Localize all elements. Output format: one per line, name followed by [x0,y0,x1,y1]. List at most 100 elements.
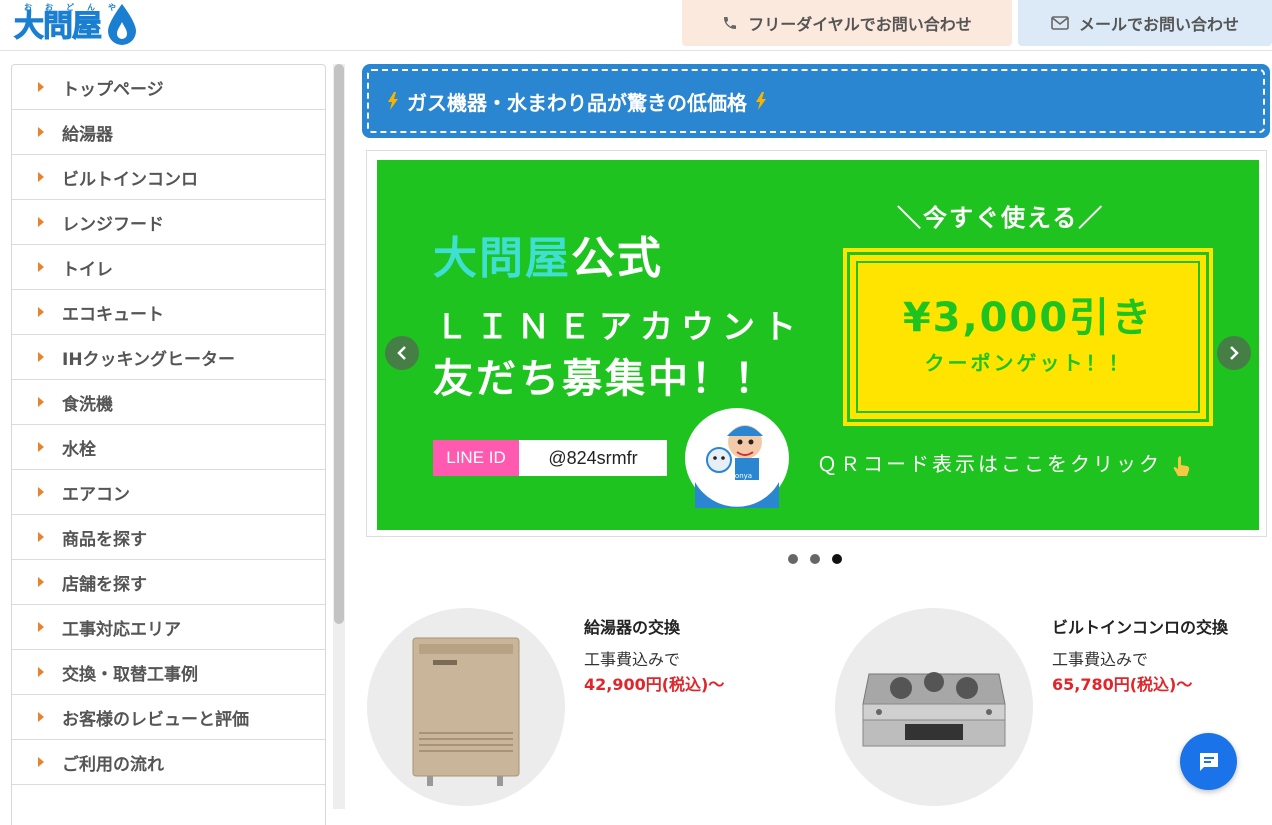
sidebar-item-label: ビルトインコンロ [62,169,198,190]
carousel-dot[interactable] [788,554,798,564]
product-subtitle: 工事費込みで [584,650,681,669]
sidebar-item[interactable]: 商品を探す [12,515,325,560]
promo-banner-title: ガス機器・水まわり品が驚きの低価格 [407,90,747,115]
carousel-dot[interactable] [832,554,842,564]
product-image-circle [367,608,565,806]
sidebar-nav: トップページ 給湯器ビルトインコンロ レンジフード トイレエコキュート IHクッキングヒ… [11,64,326,825]
product-card-builtin-stove[interactable]: ビルトインコンロの交換 工事費込みで 65,780円(税込)〜 [835,608,1228,806]
caret-right-icon [38,262,44,272]
sidebar-item-label: エコキュート [62,304,164,325]
product-card-water-heater[interactable]: 給湯器の交換 工事費込みで 42,900円(税込)〜 [367,608,724,806]
coupon-discount: ¥3,000引き [902,295,1154,341]
lightning-icon [388,92,398,110]
sidebar-item-label: 商品を探す [62,529,147,550]
sidebar-item[interactable]: お客様のレビューと評価 [12,695,325,740]
pointing-hand-icon [1174,455,1190,476]
mascot-avatar: oodonya 大問屋 [685,408,789,508]
mail-contact-button[interactable]: メールでお問い合わせ [1018,0,1272,46]
mail-contact-label: メールでお問い合わせ [1078,15,1239,34]
sidebar-item-label: レンジフード [62,214,164,235]
water-heater-image [412,637,520,786]
sidebar-item-label: トップページ [62,79,164,100]
sidebar-item-label: 交換・取替工事例 [62,664,198,685]
sidebar-item[interactable]: 水栓 [12,425,325,470]
product-name: 給湯器の交換 [584,618,681,637]
slide-line-account: ＬＩＮＥアカウント [435,307,804,346]
envelope-icon [1051,16,1069,30]
caret-right-icon [38,442,44,452]
product-price: 65,780円(税込)〜 [1052,675,1193,694]
caret-right-icon [38,667,44,677]
caret-right-icon [38,622,44,632]
sidebar-item[interactable]: 交換・取替工事例 [12,650,325,695]
carousel-prev-button[interactable] [385,336,419,370]
scrollbar-thumb[interactable] [334,64,344,624]
carousel-dots [788,554,842,564]
sidebar-item-label: 食洗機 [62,394,113,415]
chevron-right-icon [1230,346,1239,360]
sidebar-item[interactable]: 給湯器 [12,110,325,155]
caret-right-icon [38,82,44,92]
freedial-contact-label: フリーダイヤルでお問い合わせ [748,15,972,34]
sidebar-item-label: お客様のレビューと評価 [62,709,249,730]
chat-button[interactable] [1180,733,1237,790]
product-image-circle [835,608,1033,806]
sidebar-item-label: 工事対応エリア [62,619,181,640]
sidebar-item[interactable]: 店舗を探す [12,560,325,605]
caret-right-icon [38,172,44,182]
qr-code-link[interactable]: ＱＲコード表示はここをクリック [817,448,1191,477]
sidebar-item-label: IHクッキングヒーター [62,349,236,370]
sidebar-item[interactable]: ご利用の流れ [12,740,325,785]
promo-banner-inner: ガス機器・水まわり品が驚きの低価格 [367,69,1265,133]
sidebar-item[interactable]: 工事対応エリア [12,605,325,650]
mascot-name: 大問屋 [720,480,754,493]
coupon-box: ¥3,000引き クーポンゲット！！ [843,248,1213,426]
sidebar-item[interactable]: 食洗機 [12,380,325,425]
sidebar-item[interactable]: レンジフード [12,200,325,245]
carousel-next-button[interactable] [1217,336,1251,370]
now-usable-text: ＼今すぐ使える／ [897,204,1105,232]
sidebar-item-label: ご利用の流れ [62,754,164,775]
sidebar-item[interactable]: エアコン [12,470,325,515]
product-name: ビルトインコンロの交換 [1052,618,1229,637]
site-header: おおどんや 大問屋 フリーダイヤルでお問い合わせ メールでお問い合わせ [0,0,1272,51]
builtin-stove-image [862,672,1006,747]
caret-right-icon [38,397,44,407]
caret-right-icon [38,217,44,227]
slide-brand: 大問屋 [433,233,571,284]
caret-right-icon [38,487,44,497]
caret-right-icon [38,577,44,587]
sidebar-item[interactable]: エコキュート [12,290,325,335]
qr-code-text: ＱＲコード表示はここをクリック [817,452,1162,476]
slide-brand-title: 大問屋公式 [433,222,663,286]
line-id-value: @824srmfr [519,440,667,476]
coupon-get-text: クーポンゲット！！ [924,351,1132,375]
sidebar-item-label: 水栓 [62,439,96,460]
hero-carousel: 大問屋公式 ＬＩＮＥアカウント 友だち募集中！！ LINE ID @824srm… [366,150,1267,537]
sidebar-item[interactable]: IHクッキングヒーター [12,335,325,380]
chat-bubble-icon [1199,752,1218,771]
sidebar-item-label: エアコン [62,484,130,505]
caret-right-icon [38,307,44,317]
sidebar-item-label: トイレ [62,259,113,280]
line-id-box: LINE ID @824srmfr [433,440,667,476]
product-price: 42,900円(税込)〜 [584,675,725,694]
site-logo[interactable]: おおどんや 大問屋 [14,2,139,48]
slide-official: 公式 [571,233,663,284]
slide-recruit-text: 友だち募集中！！ [433,356,777,402]
sidebar-item-label: 店舗を探す [62,574,147,595]
carousel-dot[interactable] [810,554,820,564]
sidebar-scrollbar[interactable] [333,64,345,809]
caret-right-icon [38,757,44,767]
sidebar-item[interactable]: トイレ [12,245,325,290]
sidebar-item[interactable]: ビルトインコンロ [12,155,325,200]
sidebar-item[interactable]: トップページ [12,65,325,110]
freedial-contact-button[interactable]: フリーダイヤルでお問い合わせ [682,0,1012,46]
caret-right-icon [38,712,44,722]
sidebar-item-label: 給湯器 [62,124,113,145]
line-id-label: LINE ID [433,440,519,476]
lightning-icon [756,92,766,110]
line-campaign-slide[interactable]: 大問屋公式 ＬＩＮＥアカウント 友だち募集中！！ LINE ID @824srm… [377,160,1259,530]
chevron-left-icon [397,346,406,360]
caret-right-icon [38,532,44,542]
